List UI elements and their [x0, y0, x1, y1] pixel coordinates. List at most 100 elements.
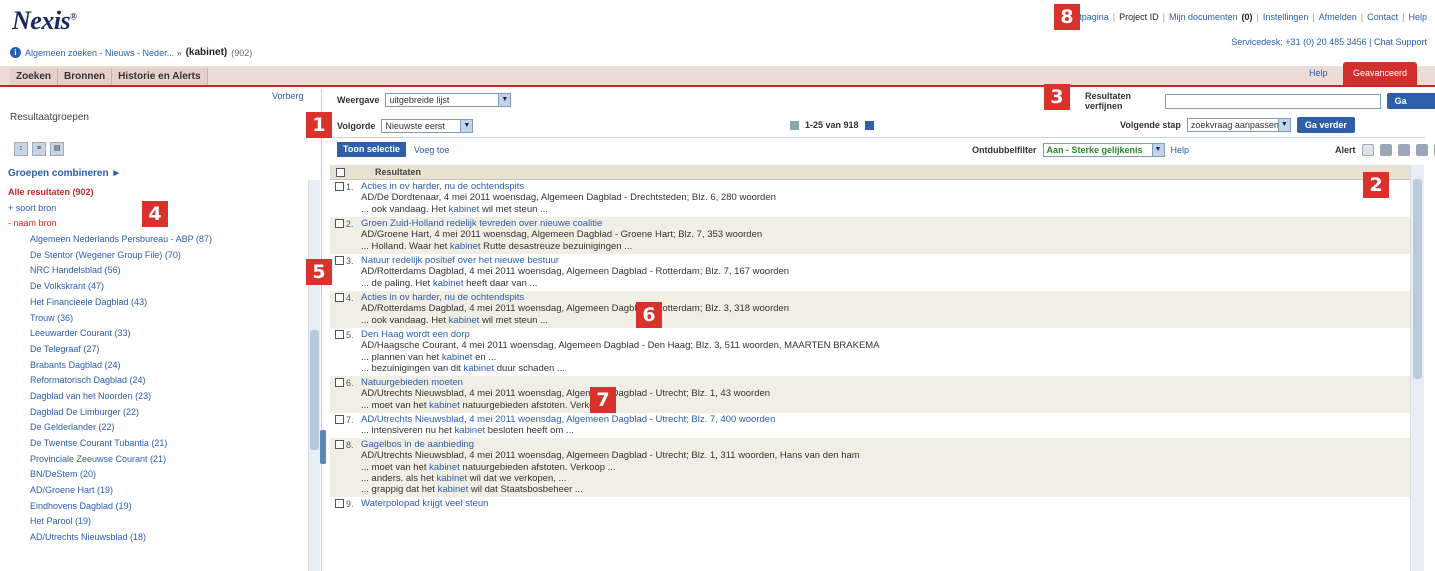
keyword-highlight[interactable]: kabinet: [437, 473, 468, 484]
keyword-highlight[interactable]: kabinet: [433, 278, 464, 289]
result-title-link[interactable]: Natuur redelijk positief over het nieuwe…: [361, 255, 1410, 266]
source-item[interactable]: Trouw (36): [8, 313, 308, 329]
keyword-highlight[interactable]: kabinet: [454, 425, 485, 436]
snippet-text: wil met steun ...: [479, 204, 548, 215]
source-item[interactable]: De Volkskrant (47): [8, 281, 308, 297]
result-checkbox[interactable]: [335, 499, 344, 508]
volgorde-control: Volgorde Nieuwste eerst ▼: [337, 119, 474, 133]
source-item[interactable]: Dagblad van het Noorden (23): [8, 391, 308, 407]
keyword-highlight[interactable]: kabinet: [449, 204, 480, 215]
results-scrollbar[interactable]: [1410, 165, 1424, 571]
result-title-link[interactable]: Acties in ov harder, nu de ochtendspits: [361, 181, 1410, 192]
source-item[interactable]: Het Parool (19): [8, 516, 308, 532]
next-page-icon[interactable]: [864, 120, 874, 130]
duplicate-filter-help[interactable]: Help: [1171, 145, 1190, 155]
source-item[interactable]: Dagblad De Limburger (22): [8, 407, 308, 423]
source-item[interactable]: Provinciale Zeeuwse Courant (21): [8, 454, 308, 470]
result-checkbox[interactable]: [335, 415, 344, 424]
result-checkbox[interactable]: [335, 440, 344, 449]
keyword-highlight[interactable]: kabinet: [449, 315, 480, 326]
duplicate-filter-select[interactable]: Aan - Sterke gelijkenis ▼: [1042, 143, 1165, 157]
source-item[interactable]: De Twentse Courant Tubantia (21): [8, 438, 308, 454]
keyword-highlight[interactable]: kabinet: [442, 352, 473, 363]
panel-splitter-handle[interactable]: [320, 430, 326, 464]
keyword-highlight[interactable]: kabinet: [450, 241, 481, 252]
source-item[interactable]: Reformatorisch Dagblad (24): [8, 375, 308, 391]
groepen-combineren-link[interactable]: Groepen combineren ►: [8, 168, 121, 179]
previous-page-icon[interactable]: [790, 120, 799, 130]
chevron-down-icon: ▼: [1277, 119, 1290, 131]
refine-input[interactable]: [1164, 93, 1381, 109]
source-item[interactable]: Leeuwarder Courant (33): [8, 328, 308, 344]
source-item[interactable]: NRC Handelsblad (56): [8, 265, 308, 281]
sort-count-icon[interactable]: ≡: [32, 142, 46, 156]
keyword-highlight[interactable]: kabinet: [438, 484, 469, 495]
result-index: 9.: [346, 499, 354, 509]
keyword-highlight[interactable]: kabinet: [463, 363, 494, 374]
print-icon[interactable]: ▤: [50, 142, 64, 156]
tab-zoeken[interactable]: Zoeken: [10, 68, 59, 85]
tab-historie-alerts[interactable]: Historie en Alerts: [112, 68, 208, 85]
service-desk-info[interactable]: Servicedesk: +31 (0) 20 485 3456 | Chat …: [1231, 37, 1427, 47]
toon-selectie-button[interactable]: Toon selectie: [337, 142, 406, 157]
weergave-control: Weergave uitgebreide lijst ▼: [337, 93, 512, 107]
source-item[interactable]: Brabants Dagblad (24): [8, 360, 308, 376]
red-action-button[interactable]: Geavanceerd: [1343, 62, 1417, 85]
source-item[interactable]: Het Financieele Dagblad (43): [8, 297, 308, 313]
keyword-highlight[interactable]: kabinet: [429, 400, 460, 411]
source-item[interactable]: De Gelderlander (22): [8, 422, 308, 438]
alert-link[interactable]: Alert: [1335, 145, 1356, 155]
keyword-highlight[interactable]: kabinet: [429, 462, 460, 473]
nexis-logo[interactable]: Nexis®: [12, 6, 77, 36]
help-link[interactable]: Help: [1309, 68, 1328, 78]
top-link-project-id[interactable]: Project ID: [1119, 12, 1159, 22]
result-checkbox[interactable]: [335, 182, 344, 191]
top-link-instellingen[interactable]: Instellingen: [1263, 12, 1309, 22]
tab-bronnen[interactable]: Bronnen: [58, 68, 113, 85]
source-item[interactable]: Eindhovens Dagblad (19): [8, 501, 308, 517]
result-title-link[interactable]: AD/Utrechts Nieuwsblad, 4 mei 2011 woens…: [361, 414, 1410, 425]
sidebar-scroll-thumb[interactable]: [310, 330, 319, 450]
source-item[interactable]: De Stentor (Wegener Group File) (70): [8, 250, 308, 266]
sort-az-icon[interactable]: ↕: [14, 142, 28, 156]
alert-icon[interactable]: [1361, 144, 1374, 156]
result-title-link[interactable]: Acties in ov harder, nu de ochtendspits: [361, 292, 1410, 303]
result-checkbox[interactable]: [335, 293, 344, 302]
top-link-mijn-documenten[interactable]: Mijn documenten: [1169, 12, 1238, 22]
info-icon[interactable]: i: [10, 47, 21, 58]
weergave-select[interactable]: uitgebreide lijst ▼: [385, 93, 512, 107]
result-title-link[interactable]: Waterpolopad krijgt veel steun: [361, 498, 1410, 509]
sidebar-scrollbar[interactable]: [308, 180, 320, 571]
breadcrumb-path[interactable]: Algemeen zoeken - Nieuws - Neder... »: [25, 48, 182, 58]
voeg-toe-link[interactable]: Voeg toe: [414, 145, 450, 155]
result-title-link[interactable]: Groen Zuid-Holland redelijk tevreden ove…: [361, 218, 1410, 229]
select-all-checkbox[interactable]: [336, 167, 345, 177]
volgorde-select[interactable]: Nieuwste eerst ▼: [381, 119, 474, 133]
snippet-text: heeft daar van ...: [463, 278, 538, 289]
result-title-link[interactable]: Den Haag wordt een dorp: [361, 329, 1410, 340]
refine-go-button[interactable]: Ga verder: [1386, 93, 1435, 122]
next-step-select[interactable]: zoekvraag aanpassen ▼: [1186, 118, 1291, 132]
source-item[interactable]: Algemeen Nederlands Persbureau - ABP (87…: [8, 234, 308, 250]
results-scroll-thumb[interactable]: [1413, 179, 1422, 379]
top-link-afmelden[interactable]: Afmelden: [1319, 12, 1357, 22]
result-checkbox[interactable]: [335, 378, 344, 387]
result-title-link[interactable]: Natuurgebieden moeten: [361, 377, 1410, 388]
source-item[interactable]: BN/DeStem (20): [8, 469, 308, 485]
snippet-text: duur schaden ...: [494, 363, 565, 374]
result-checkbox[interactable]: [335, 256, 344, 265]
print-icon[interactable]: [1379, 144, 1392, 156]
save-icon[interactable]: [1415, 144, 1428, 156]
source-item[interactable]: AD/Utrechts Nieuwsblad (18): [8, 532, 308, 548]
result-checkbox[interactable]: [335, 330, 344, 339]
email-icon[interactable]: [1397, 144, 1410, 156]
source-item[interactable]: AD/Groene Hart (19): [8, 485, 308, 501]
top-link-contact[interactable]: Contact: [1367, 12, 1398, 22]
result-title-link[interactable]: Gagelbos in de aanbieding: [361, 439, 1410, 450]
vorige-link[interactable]: Vorberg: [272, 91, 304, 101]
top-link-help[interactable]: Help: [1408, 12, 1427, 22]
result-item: 2. Groen Zuid-Holland redelijk tevreden o…: [330, 217, 1410, 254]
result-checkbox[interactable]: [335, 219, 344, 228]
source-item[interactable]: De Telegraaf (27): [8, 344, 308, 360]
next-step-go-button[interactable]: Ga verder: [1296, 117, 1355, 133]
